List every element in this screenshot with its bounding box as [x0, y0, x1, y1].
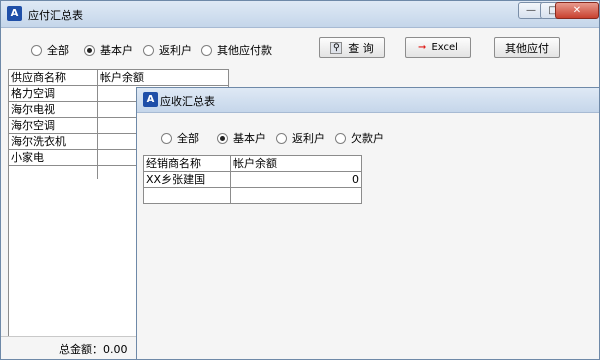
payable-radio-rebate[interactable]: 返利户: [143, 42, 192, 58]
table-empty-area: [8, 179, 138, 337]
payable-radio-other[interactable]: 其他应付款: [201, 42, 272, 58]
radio-circle-checked: [84, 44, 95, 56]
query-button[interactable]: ⚲ 查 询: [319, 37, 385, 58]
table-cell[interactable]: 小家电: [8, 149, 98, 166]
payable-radio-all[interactable]: 全部: [31, 42, 69, 58]
radio-label: 全部: [177, 132, 199, 145]
total-amount-label: 总金额：0.00: [59, 343, 128, 356]
excel-button-label: Excel: [431, 42, 458, 53]
payable-title-bar[interactable]: A 应付汇总表 — □ ✕: [1, 1, 599, 28]
receivable-radio-basic[interactable]: 基本户: [217, 130, 266, 146]
table-cell[interactable]: XX乡张建国: [143, 171, 231, 188]
table-header-row: 供应商名称 帐户余额: [8, 69, 229, 86]
column-header-balance[interactable]: 帐户余额: [230, 155, 362, 172]
radio-circle: [335, 132, 346, 144]
table-cell[interactable]: 海尔电视: [8, 101, 98, 118]
radio-circle: [276, 132, 287, 144]
column-header-supplier[interactable]: 供应商名称: [8, 69, 98, 86]
table-cell[interactable]: 0: [230, 171, 362, 188]
radio-label: 其他应付款: [217, 44, 272, 57]
excel-export-button[interactable]: ➞ Excel: [405, 37, 471, 58]
receivable-radio-rebate[interactable]: 返利户: [276, 130, 325, 146]
other-payable-button-label: 其他应付: [505, 41, 549, 55]
receivable-radio-all[interactable]: 全部: [161, 130, 199, 146]
query-button-label: 查 询: [348, 41, 374, 55]
radio-circle: [143, 44, 154, 56]
radio-circle: [201, 44, 212, 56]
table-cell[interactable]: [230, 187, 362, 204]
radio-circle: [161, 132, 172, 144]
table-cell[interactable]: 海尔洗衣机: [8, 133, 98, 150]
table-row[interactable]: [143, 187, 362, 204]
table-cell[interactable]: [143, 187, 231, 204]
right-arrow-icon: ➞: [418, 42, 427, 53]
close-button[interactable]: ✕: [555, 2, 599, 19]
payable-radio-basic[interactable]: 基本户: [84, 42, 133, 58]
receivable-radio-arrears[interactable]: 欠款户: [335, 130, 384, 146]
app-icon: A: [143, 92, 158, 107]
table-header-row: 经销商名称 帐户余额: [143, 155, 362, 172]
table-cell[interactable]: 格力空调: [8, 85, 98, 102]
search-icon: ⚲: [330, 41, 343, 54]
receivable-summary-window: A 应收汇总表 全部 基本户 返利户 欠款户 经销商名称 帐户余额 XX乡张建国…: [136, 87, 600, 360]
radio-label: 全部: [47, 44, 69, 57]
radio-label: 返利户: [292, 132, 325, 145]
radio-label: 基本户: [100, 44, 133, 57]
receivable-window-title: 应收汇总表: [160, 95, 215, 108]
radio-circle: [31, 44, 42, 56]
dealer-balance-table: 经销商名称 帐户余额 XX乡张建国 0: [143, 155, 362, 204]
other-payable-button[interactable]: 其他应付: [494, 37, 560, 58]
radio-label: 欠款户: [351, 132, 384, 145]
column-header-dealer[interactable]: 经销商名称: [143, 155, 231, 172]
table-cell[interactable]: 海尔空调: [8, 117, 98, 134]
payable-window-title: 应付汇总表: [28, 9, 83, 22]
column-header-balance[interactable]: 帐户余额: [97, 69, 229, 86]
receivable-title-bar[interactable]: A 应收汇总表: [137, 88, 599, 113]
app-icon: A: [7, 6, 22, 21]
table-row[interactable]: XX乡张建国 0: [143, 171, 362, 188]
radio-circle-checked: [217, 132, 228, 144]
radio-label: 基本户: [233, 132, 266, 145]
radio-label: 返利户: [159, 44, 192, 57]
